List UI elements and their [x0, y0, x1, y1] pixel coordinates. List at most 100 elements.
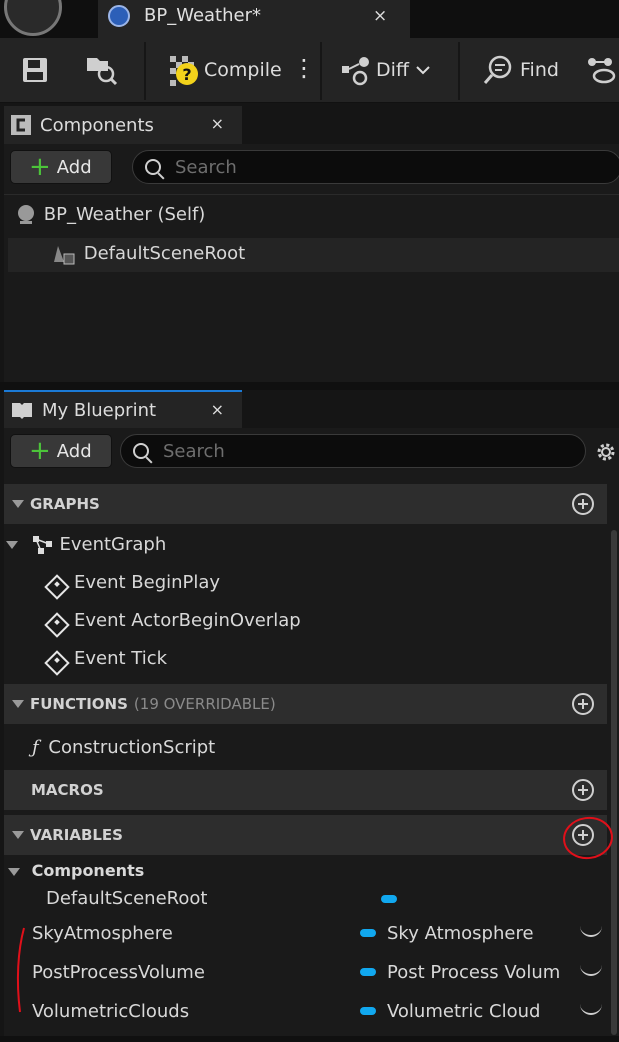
- collapse-icon: [12, 700, 24, 708]
- add-icon: +: [29, 152, 51, 182]
- variable-name: PostProcessVolume: [32, 962, 205, 983]
- settings-gear-icon[interactable]: [594, 440, 618, 464]
- actor-icon: [18, 205, 34, 224]
- chevron-down-icon: [416, 66, 430, 75]
- variable-type[interactable]: Volumetric Cloud: [387, 1001, 540, 1022]
- graphs-section-header[interactable]: GRAPHS: [4, 484, 607, 524]
- event-item[interactable]: Event ActorBeginOverlap: [44, 610, 301, 638]
- components-icon: [11, 115, 31, 135]
- find-icon: [483, 55, 512, 84]
- diff-button[interactable]: Diff: [340, 38, 431, 102]
- collapse-icon: [6, 541, 18, 549]
- variable-type[interactable]: Post Process Volum: [387, 962, 560, 983]
- compile-label: Compile: [204, 59, 282, 81]
- components-search-field[interactable]: [173, 155, 519, 179]
- variable-type-pin-icon: [381, 895, 397, 903]
- variable-name: DefaultSceneRoot: [46, 888, 208, 909]
- functions-overridable-count: (19 OVERRIDABLE): [133, 695, 276, 713]
- functions-section-header[interactable]: FUNCTIONS (19 OVERRIDABLE): [4, 684, 607, 724]
- tree-item-self-label: BP_Weather (Self): [43, 204, 206, 225]
- graphs-section-label: GRAPHS: [30, 495, 100, 513]
- close-components-icon[interactable]: ×: [211, 114, 224, 133]
- event-graph-label: EventGraph: [59, 534, 167, 555]
- compile-options-icon[interactable]: ⋮: [292, 54, 316, 82]
- event-graph-icon: [32, 536, 52, 554]
- svg-text:?: ?: [182, 65, 191, 84]
- compile-button[interactable]: ? Compile: [168, 38, 282, 102]
- tree-item-scene-root-label: DefaultSceneRoot: [83, 243, 246, 264]
- tab-title: BP_Weather*: [144, 5, 261, 26]
- hierarchy-icon: [588, 58, 616, 84]
- search-icon: [145, 159, 161, 175]
- variable-category-label: Components: [31, 861, 145, 880]
- event-label: Event Tick: [74, 648, 168, 669]
- tree-item-scene-root-row[interactable]: DefaultSceneRoot: [52, 242, 245, 266]
- variables-section-label: VARIABLES: [30, 826, 123, 844]
- components-panel: + Add BP_Weather (Self) DefaultSceneRoot: [4, 144, 619, 382]
- browse-button[interactable]: [84, 38, 120, 102]
- collapse-icon: [12, 500, 24, 508]
- diff-label: Diff: [376, 59, 409, 81]
- variable-row[interactable]: SkyAtmosphere: [32, 923, 173, 944]
- add-function-icon[interactable]: [572, 693, 594, 715]
- document-tab-bar: BP_Weather* ×: [0, 0, 619, 38]
- search-icon: [133, 443, 149, 459]
- close-tab-icon[interactable]: ×: [373, 6, 387, 26]
- add-graph-icon[interactable]: [572, 493, 594, 515]
- variable-row[interactable]: DefaultSceneRoot: [46, 888, 207, 909]
- macros-section-label: MACROS: [31, 781, 104, 799]
- event-label: Event ActorBeginOverlap: [74, 610, 301, 631]
- book-icon: [12, 403, 32, 419]
- variables-section-header[interactable]: VARIABLES: [4, 815, 607, 855]
- find-button[interactable]: Find: [482, 38, 559, 102]
- variable-type-pin-icon: [360, 929, 376, 937]
- components-tab-label: Components: [40, 114, 154, 136]
- my-blueprint-search-input[interactable]: [120, 434, 586, 468]
- scrollbar[interactable]: [611, 530, 617, 1035]
- hierarchy-button[interactable]: [586, 38, 618, 102]
- variable-type-pin-icon: [360, 968, 376, 976]
- variable-category-components[interactable]: Components: [8, 861, 144, 880]
- my-blueprint-tab-label: My Blueprint: [42, 399, 157, 421]
- my-blueprint-search-field[interactable]: [161, 439, 490, 463]
- tab-my-blueprint[interactable]: My Blueprint ×: [4, 390, 242, 428]
- components-add-label: Add: [56, 156, 92, 178]
- add-icon: +: [29, 436, 51, 466]
- tab-bp-weather[interactable]: BP_Weather* ×: [98, 0, 410, 38]
- function-item[interactable]: ƒ ConstructionScript: [32, 737, 215, 758]
- event-item[interactable]: Event BeginPlay: [44, 572, 221, 600]
- variable-type[interactable]: Sky Atmosphere: [387, 923, 534, 944]
- variable-row[interactable]: VolumetricClouds: [32, 1001, 189, 1022]
- close-my-blueprint-icon[interactable]: ×: [211, 400, 224, 419]
- macros-section-header[interactable]: MACROS: [4, 770, 607, 810]
- save-icon: [23, 58, 47, 82]
- my-blueprint-add-button[interactable]: + Add: [10, 434, 112, 468]
- blueprint-toolbar: ? Compile ⋮ Diff Find: [0, 38, 619, 103]
- scene-component-icon: [54, 246, 75, 265]
- variable-name: VolumetricClouds: [32, 1001, 190, 1022]
- components-add-button[interactable]: + Add: [10, 150, 112, 184]
- compile-status-icon: ?: [170, 56, 198, 86]
- event-item[interactable]: Event Tick: [44, 648, 168, 676]
- add-variable-icon[interactable]: [572, 824, 594, 846]
- variable-row[interactable]: PostProcessVolume: [32, 962, 205, 983]
- add-macro-icon[interactable]: [572, 779, 594, 801]
- functions-section-label: FUNCTIONS: [30, 695, 128, 713]
- event-graph-item[interactable]: EventGraph: [6, 534, 166, 555]
- unreal-logo-icon[interactable]: [4, 0, 62, 36]
- variable-type-pin-icon: [360, 1007, 376, 1015]
- components-search-input[interactable]: [132, 150, 619, 184]
- tree-item-self[interactable]: BP_Weather (Self): [14, 204, 205, 226]
- tab-components[interactable]: Components ×: [4, 106, 242, 144]
- find-label: Find: [520, 59, 559, 81]
- save-button[interactable]: [20, 38, 50, 102]
- blueprint-icon: [108, 5, 130, 27]
- collapse-icon: [12, 831, 24, 839]
- my-blueprint-add-label: Add: [56, 440, 92, 462]
- event-label: Event BeginPlay: [74, 572, 221, 593]
- browse-icon: [87, 58, 118, 86]
- variable-name: SkyAtmosphere: [32, 923, 173, 944]
- collapse-icon: [8, 867, 20, 876]
- function-icon: ƒ: [32, 737, 39, 758]
- diff-icon: [342, 57, 369, 86]
